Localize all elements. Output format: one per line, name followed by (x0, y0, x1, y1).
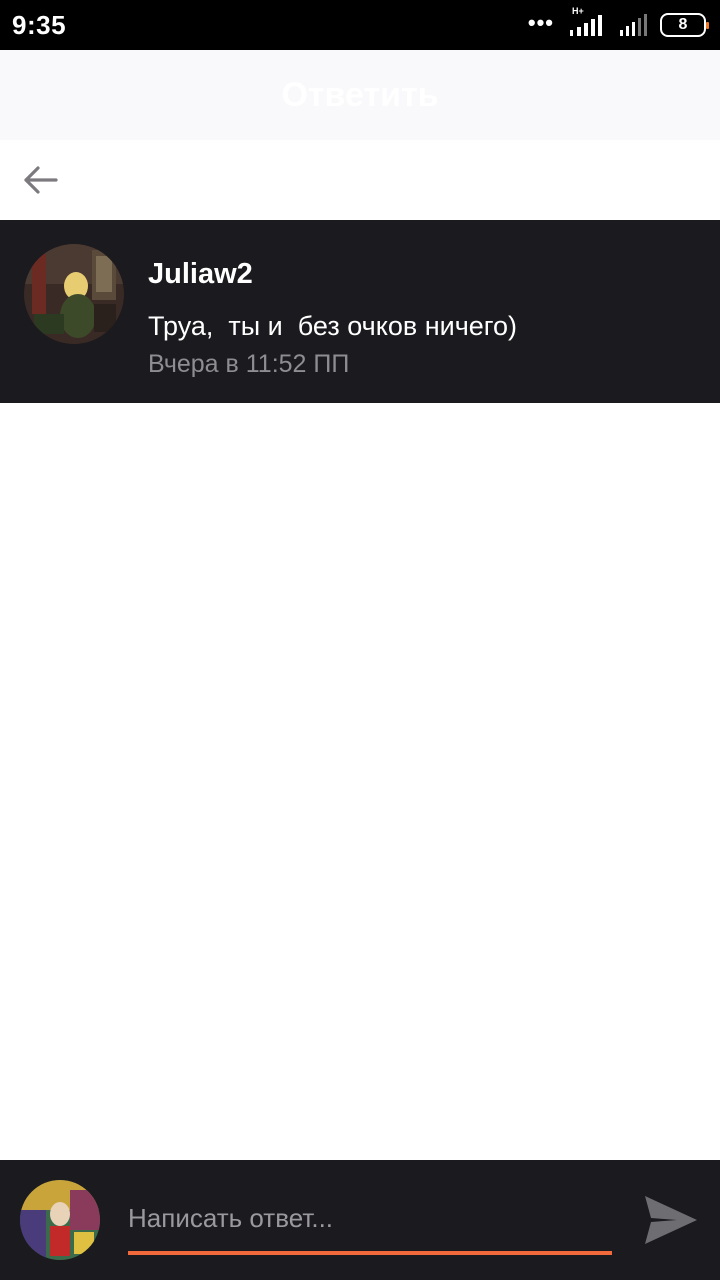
dots-icon: ••• (527, 10, 554, 35)
status-icons: ••• H+ 8 (527, 6, 709, 38)
signal-icon: H+ (568, 6, 608, 38)
battery-icon: 8 (660, 13, 709, 37)
send-icon (645, 1196, 697, 1244)
reply-input-wrapper (128, 1185, 612, 1255)
arrow-left-icon (24, 166, 58, 194)
comment-author[interactable]: Juliaw2 (148, 258, 517, 291)
comment-time: Вчера в 11:52 ПП (148, 350, 350, 378)
status-time: 9:35 (12, 9, 67, 40)
battery-level: 8 (678, 16, 688, 33)
network-type: H+ (572, 6, 584, 16)
reply-header: Ответить (0, 50, 720, 140)
comment-card: Juliaw2 Труа, ты и без очков ничего) Вче… (0, 220, 720, 403)
status-bar: 9:35 ••• H+ 8 (0, 0, 720, 50)
reply-input[interactable] (128, 1202, 612, 1234)
nav-bar (0, 140, 720, 220)
avatar[interactable] (24, 244, 124, 344)
comment-text: Труа, ты и без очков ничего) (148, 311, 518, 341)
send-button[interactable] (642, 1192, 700, 1248)
signal-icon-secondary (618, 12, 650, 38)
back-button[interactable] (10, 150, 70, 210)
my-avatar (20, 1180, 100, 1260)
page-title: Ответить (281, 75, 439, 114)
compose-bar (0, 1160, 720, 1280)
comment-body: Juliaw2 Труа, ты и без очков ничего) Вче… (148, 244, 517, 379)
